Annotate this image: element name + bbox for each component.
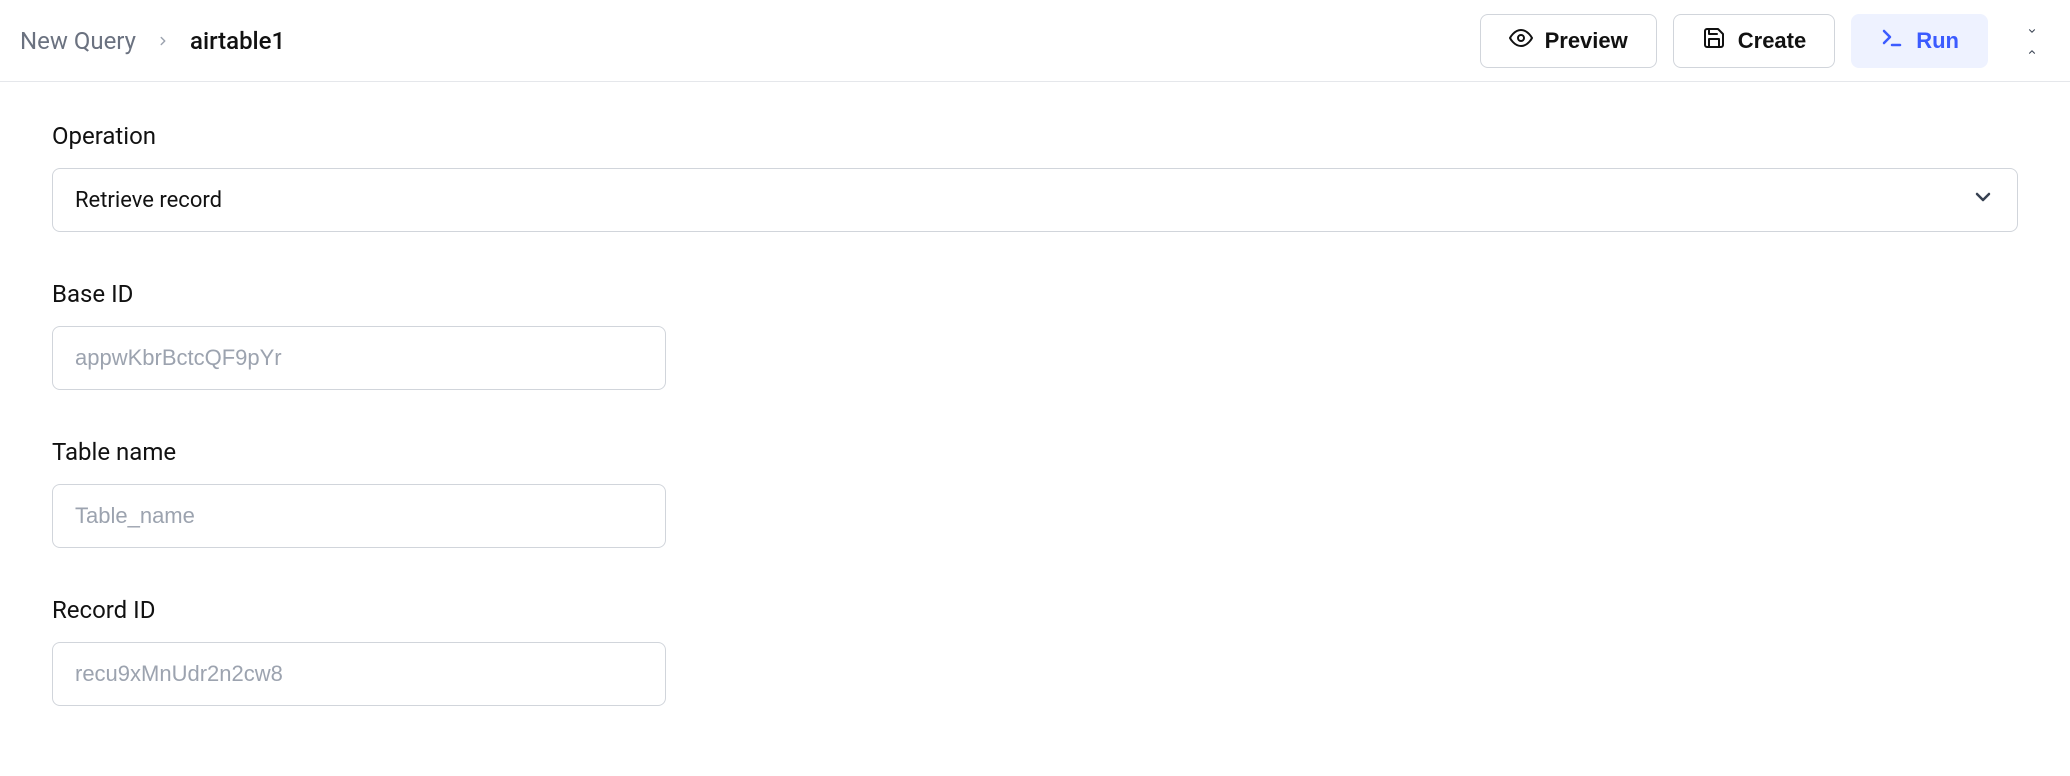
- breadcrumb-root[interactable]: New Query: [20, 27, 136, 55]
- table-name-field: Table name: [52, 438, 2018, 548]
- operation-label: Operation: [52, 122, 2018, 150]
- chevron-right-icon: [156, 34, 170, 48]
- query-form: Operation Retrieve record Base ID Table …: [0, 82, 2070, 746]
- operation-select[interactable]: Retrieve record: [52, 168, 2018, 232]
- create-label: Create: [1738, 28, 1806, 54]
- base-id-input[interactable]: [52, 326, 666, 390]
- eye-icon: [1509, 26, 1533, 56]
- create-button[interactable]: Create: [1673, 14, 1835, 68]
- chevron-down-icon: [1971, 185, 1995, 215]
- record-id-input[interactable]: [52, 642, 666, 706]
- table-name-input[interactable]: [52, 484, 666, 548]
- header-actions: Preview Create Run: [1480, 14, 2052, 68]
- save-icon: [1702, 26, 1726, 56]
- collapse-toggle[interactable]: [2012, 21, 2052, 61]
- run-button[interactable]: Run: [1851, 14, 1988, 68]
- operation-field: Operation Retrieve record: [52, 122, 2018, 232]
- record-id-label: Record ID: [52, 596, 2018, 624]
- base-id-field: Base ID: [52, 280, 2018, 390]
- chevron-down-icon: [2023, 21, 2041, 40]
- chevron-up-icon: [2023, 42, 2041, 61]
- terminal-icon: [1880, 26, 1904, 56]
- operation-selected-value: Retrieve record: [75, 188, 222, 213]
- preview-button[interactable]: Preview: [1480, 14, 1657, 68]
- breadcrumb-current: airtable1: [190, 27, 285, 55]
- header-bar: New Query airtable1 Preview Create Run: [0, 0, 2070, 82]
- table-name-label: Table name: [52, 438, 2018, 466]
- record-id-field: Record ID: [52, 596, 2018, 706]
- breadcrumb: New Query airtable1: [20, 27, 285, 55]
- run-label: Run: [1916, 28, 1959, 54]
- preview-label: Preview: [1545, 28, 1628, 54]
- base-id-label: Base ID: [52, 280, 2018, 308]
